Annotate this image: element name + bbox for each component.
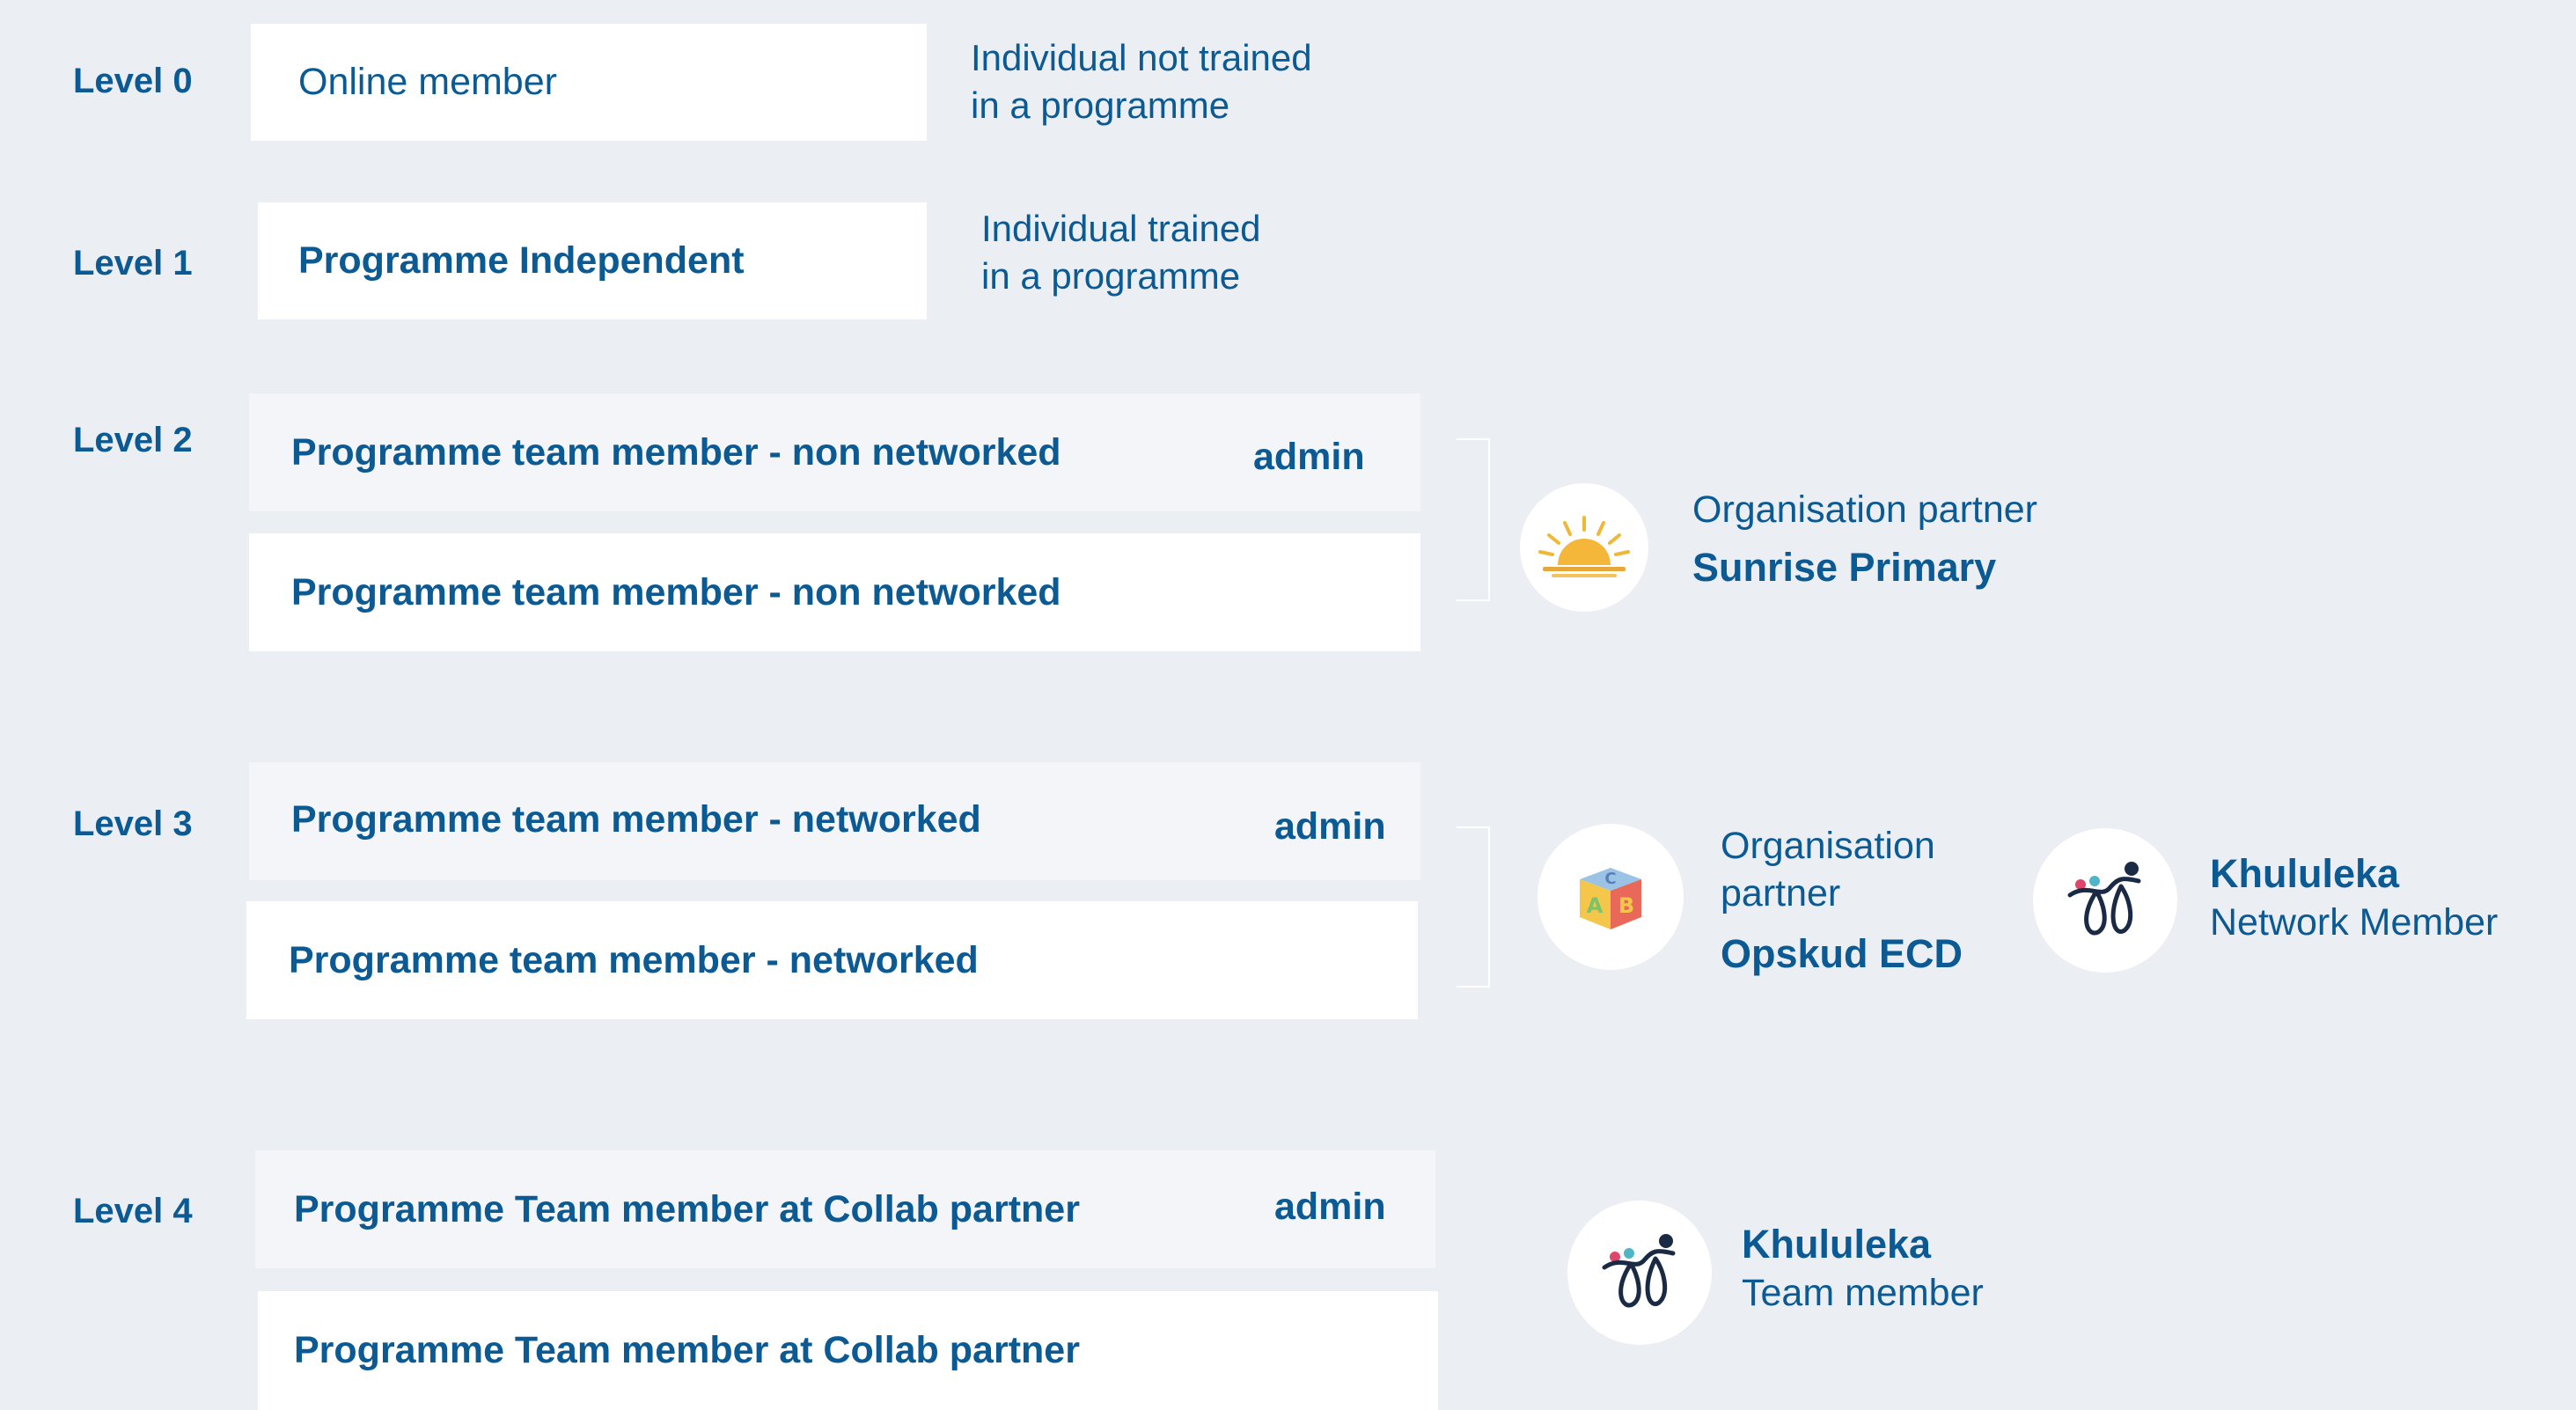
sunrise-logo bbox=[1520, 483, 1648, 612]
level-2-admin-box: Programme team member - non networked bbox=[249, 393, 1420, 511]
level-2-member-box-label: Programme team member - non networked bbox=[291, 570, 1061, 613]
level-3-label: Level 3 bbox=[73, 804, 193, 843]
level-1-description-line2: in a programme bbox=[981, 255, 1241, 297]
level-3-admin-box-label: Programme team member - networked bbox=[291, 797, 981, 841]
online-member-box: Online member bbox=[251, 24, 927, 141]
level-4-member-box: Programme Team member at Collab partner bbox=[258, 1291, 1438, 1410]
opskud-partner-type-line1: Organisation bbox=[1721, 825, 1935, 867]
level-2-member-box: Programme team member - non networked bbox=[249, 533, 1420, 651]
level-4-admin-box: Programme Team member at Collab partner bbox=[255, 1150, 1435, 1268]
abc-block-icon: C A B bbox=[1580, 868, 1641, 929]
opskud-partner-type-line2: partner bbox=[1721, 872, 1841, 914]
level-4-admin-tag: admin bbox=[1274, 1186, 1386, 1228]
level-0-label: Level 0 bbox=[73, 62, 193, 100]
opskud-partner-text: Organisation partner Opskud ECD bbox=[1721, 825, 1963, 976]
level-4-member-box-label: Programme Team member at Collab partner bbox=[294, 1329, 1080, 1371]
opskud-logo: C A B bbox=[1538, 824, 1684, 970]
khululeka-team-name: Khululeka bbox=[1742, 1222, 1932, 1267]
opskud-partner-name: Opskud ECD bbox=[1721, 931, 1963, 976]
khululeka-team-text: Khululeka Team member bbox=[1742, 1224, 1984, 1312]
khululeka-network-role: Network Member bbox=[2210, 901, 2499, 944]
sunrise-icon bbox=[1538, 516, 1630, 577]
level-0-description-line1: Individual not trained bbox=[971, 37, 1312, 78]
level-1-description: Individual trained in a programme bbox=[981, 205, 1261, 300]
khululeka-network-logo bbox=[2033, 828, 2177, 973]
programme-independent-box: Programme Independent bbox=[258, 202, 927, 319]
level-2-admin-box-label: Programme team member - non networked bbox=[291, 430, 1061, 474]
svg-text:C: C bbox=[1604, 870, 1616, 888]
online-member-label: Online member bbox=[298, 61, 557, 103]
programme-independent-label: Programme Independent bbox=[298, 239, 745, 282]
level-4-label: Level 4 bbox=[73, 1192, 193, 1230]
sunrise-partner-type: Organisation partner bbox=[1692, 488, 2037, 531]
level-3-admin-box: Programme team member - networked bbox=[249, 762, 1420, 880]
level-0-description-line2: in a programme bbox=[971, 84, 1230, 126]
level-3-bracket bbox=[1457, 826, 1490, 988]
level-3-admin-tag: admin bbox=[1274, 805, 1386, 848]
khululeka-network-text: Khululeka Network Member bbox=[2210, 854, 2498, 942]
khululeka-logo-icon bbox=[1602, 1234, 1676, 1308]
svg-text:A: A bbox=[1587, 893, 1604, 918]
khululeka-logo-icon bbox=[2067, 862, 2141, 936]
level-4-admin-box-label: Programme Team member at Collab partner bbox=[294, 1187, 1080, 1230]
level-1-description-line1: Individual trained bbox=[981, 208, 1261, 249]
level-1-label: Level 1 bbox=[73, 244, 193, 283]
level-2-bracket bbox=[1457, 438, 1490, 601]
level-2-label: Level 2 bbox=[73, 421, 193, 459]
level-3-member-box: Programme team member - networked bbox=[246, 901, 1418, 1019]
khululeka-network-name: Khululeka bbox=[2210, 851, 2400, 896]
level-3-member-box-label: Programme team member - networked bbox=[289, 938, 979, 981]
khululeka-team-logo bbox=[1567, 1201, 1712, 1345]
svg-text:B: B bbox=[1618, 893, 1634, 918]
sunrise-partner-text: Organisation partner Sunrise Primary bbox=[1692, 488, 2037, 590]
level-2-admin-tag: admin bbox=[1253, 436, 1365, 478]
level-0-description: Individual not trained in a programme bbox=[971, 34, 1312, 129]
sunrise-partner-name: Sunrise Primary bbox=[1692, 545, 1997, 590]
khululeka-team-role: Team member bbox=[1742, 1272, 1984, 1314]
